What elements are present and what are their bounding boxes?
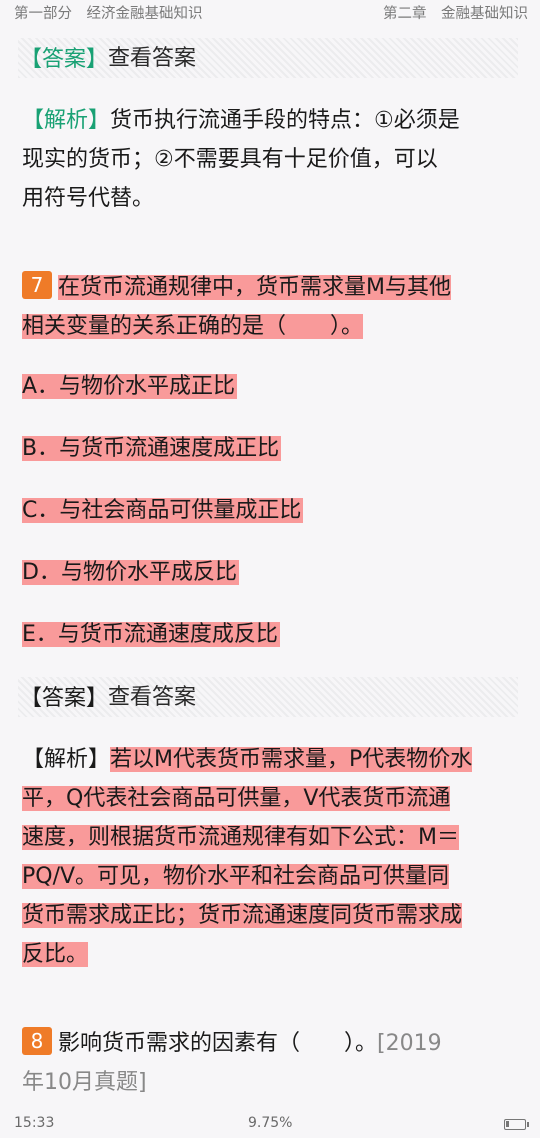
option-b[interactable]: B．与货币流通速度成正比 (22, 433, 282, 465)
option-a[interactable]: A．与物价水平成正比 (22, 371, 238, 403)
option-b-text: B．与货币流通速度成正比 (22, 436, 282, 461)
reading-progress: 9.75% (248, 1115, 293, 1131)
analysis-paragraph: 【解析】若以M代表货币需求量，P代表物价水 平，Q代表社会商品可供量，V代表货币… (22, 740, 520, 974)
analysis-line: 平，Q代表社会商品可供量，V代表货币流通 (22, 786, 451, 811)
option-a-text: A．与物价水平成正比 (22, 374, 238, 399)
analysis-line: 速度，则根据货币流通规律有如下公式：M＝ (22, 825, 459, 850)
question-stem-line: 相关变量的关系正确的是（ ）。 (22, 314, 364, 339)
battery-level (506, 1121, 509, 1127)
question-source: [2019 (377, 1031, 442, 1056)
question-stem-line: 在货币流通规律中，货币需求量M与其他 (58, 275, 451, 300)
option-c-text: C．与社会商品可供量成正比 (22, 498, 304, 523)
running-header: 第一部分 经济金融基础知识 第二章 金融基础知识 (0, 0, 540, 24)
answer-label: 【答案】 (20, 686, 109, 711)
question-number-badge: 7 (22, 271, 52, 299)
option-e[interactable]: E．与货币流通速度成反比 (22, 619, 280, 651)
analysis-line: 若以M代表货币需求量，P代表物价水 (110, 747, 473, 772)
header-chapter-title: 第二章 金融基础知识 (383, 6, 528, 22)
answer-label: 【答案】 (20, 47, 109, 72)
answer-reveal-row[interactable]: 【答案】 查看答案 (18, 38, 518, 78)
analysis-line: 反比。 (22, 942, 89, 967)
question-source: 年10月真题] (22, 1070, 147, 1095)
analysis-label: 【解析】 (22, 108, 111, 133)
reader-status-bar: 15:33 9.75% (0, 1110, 540, 1138)
analysis-label: 【解析】 (22, 747, 111, 772)
question-8-stem: 8 影响货币需求的因素有（ ）。[2019 年10月真题] (22, 1024, 520, 1102)
header-part-title: 第一部分 经济金融基础知识 (14, 6, 203, 22)
option-c[interactable]: C．与社会商品可供量成正比 (22, 495, 304, 527)
option-d[interactable]: D．与物价水平成反比 (22, 557, 239, 589)
question-stem-line: 影响货币需求的因素有（ ）。 (58, 1031, 378, 1056)
analysis-line: 货币执行流通手段的特点：①必须是 (110, 108, 460, 133)
view-answer-button[interactable]: 查看答案 (108, 679, 196, 711)
option-d-text: D．与物价水平成反比 (22, 560, 239, 585)
answer-reveal-row[interactable]: 【答案】 查看答案 (18, 677, 518, 717)
question-number-badge: 8 (22, 1027, 52, 1055)
analysis-line: PQ/V。可见，物价水平和社会商品可供量同 (22, 864, 450, 889)
analysis-paragraph: 【解析】货币执行流通手段的特点：①必须是 现实的货币；②不需要具有十足价值，可以… (22, 101, 520, 218)
option-e-text: E．与货币流通速度成反比 (22, 622, 280, 647)
battery-icon (504, 1119, 529, 1130)
question-7-stem: 7 在货币流通规律中，货币需求量M与其他 相关变量的关系正确的是（ ）。 (22, 268, 520, 346)
analysis-line: 现实的货币；②不需要具有十足价值，可以 (22, 147, 438, 172)
clock-time: 15:33 (14, 1115, 55, 1131)
view-answer-button[interactable]: 查看答案 (108, 40, 196, 72)
analysis-line: 用符号代替。 (22, 186, 155, 211)
analysis-line: 货币需求成正比；货币流通速度同货币需求成 (22, 903, 463, 928)
